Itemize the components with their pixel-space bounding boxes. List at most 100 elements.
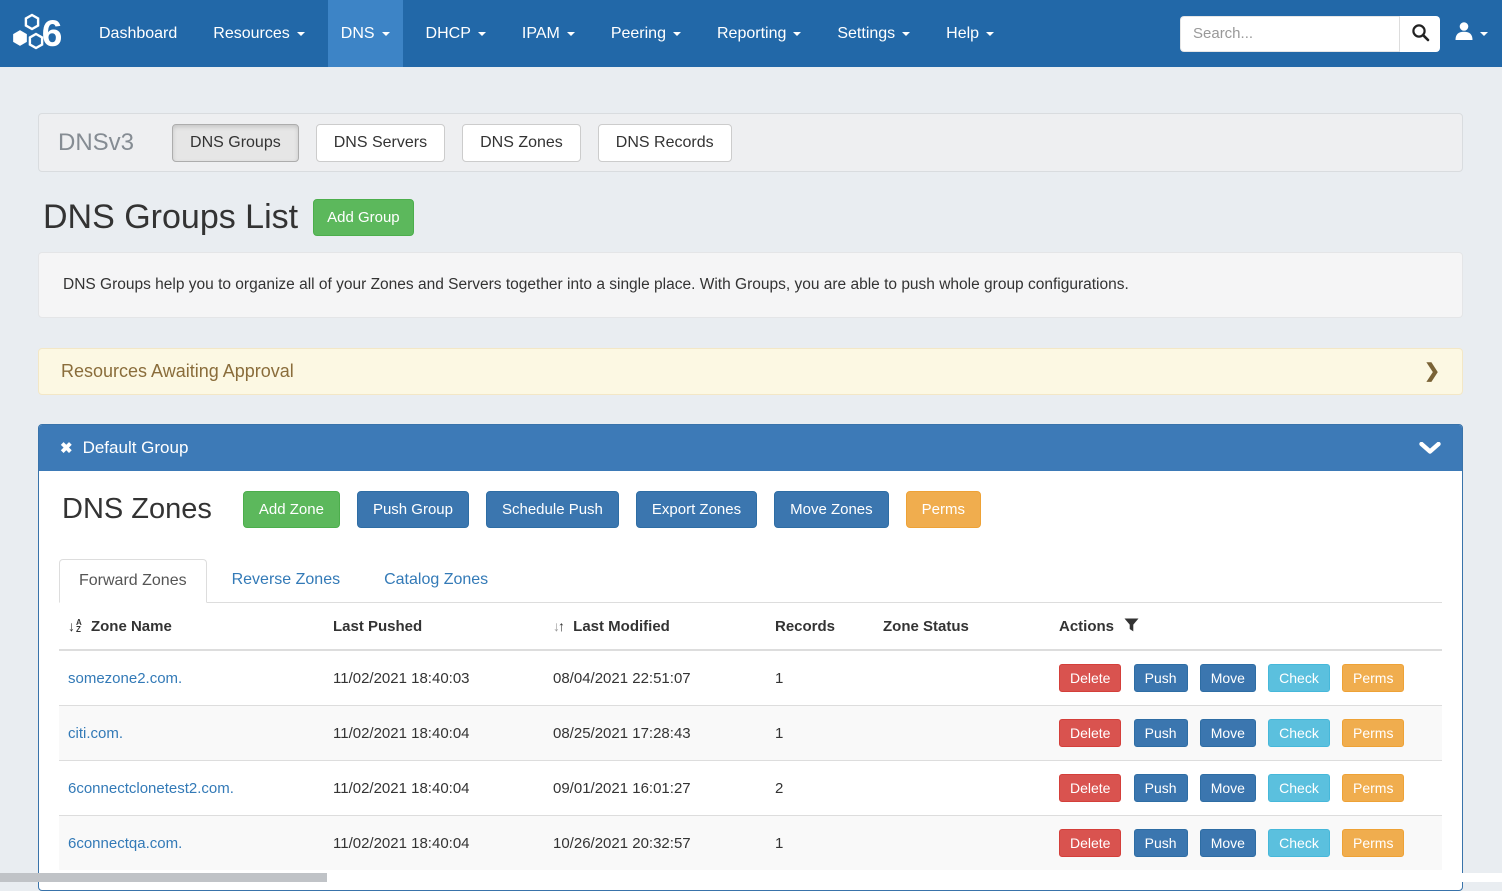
zone-name-link[interactable]: 6connectqa.com. <box>68 835 182 852</box>
zones-table: ↓ A Z Zone Name Last Pushed <box>59 603 1442 870</box>
check-button[interactable]: Check <box>1268 774 1330 802</box>
table-row: citi.com. 11/02/2021 18:40:04 08/25/2021… <box>59 706 1442 761</box>
caret-down-icon <box>382 32 390 36</box>
group-panel-header[interactable]: ✖ Default Group <box>39 425 1462 471</box>
zone-status-cell <box>874 706 1050 761</box>
perms-button[interactable]: Perms <box>1342 664 1404 692</box>
zone-name-link[interactable]: somezone2.com. <box>68 670 182 687</box>
nav-item-help[interactable]: Help <box>933 0 1007 67</box>
nav-item-reporting[interactable]: Reporting <box>704 0 814 67</box>
resources-awaiting-approval-bar[interactable]: Resources Awaiting Approval ❯ <box>38 348 1463 395</box>
collapse-chevron-down-icon[interactable] <box>1419 442 1441 455</box>
zone-name-link[interactable]: citi.com. <box>68 725 123 742</box>
zone-name-link[interactable]: 6connectclonetest2.com. <box>68 780 234 797</box>
move-button[interactable]: Move <box>1200 719 1256 747</box>
delete-button[interactable]: Delete <box>1059 774 1121 802</box>
caret-down-icon <box>297 32 305 36</box>
nav-item-ipam[interactable]: IPAM <box>509 0 588 67</box>
filter-funnel-icon[interactable] <box>1124 618 1139 632</box>
search-group <box>1180 16 1440 52</box>
delete-button[interactable]: Delete <box>1059 664 1121 692</box>
chevron-right-icon: ❯ <box>1424 360 1440 383</box>
app-logo[interactable]: 6 <box>0 0 74 67</box>
top-navbar: 6 Dashboard Resources DNS DHCP IPAM Peer… <box>0 0 1502 67</box>
perms-button[interactable]: Perms <box>906 491 981 528</box>
perms-button[interactable]: Perms <box>1342 774 1404 802</box>
sort-icon[interactable]: ↓ ↑ <box>553 618 565 634</box>
close-icon[interactable]: ✖ <box>60 439 73 457</box>
zones-section-title: DNS Zones <box>62 493 212 526</box>
table-row: 6connectclonetest2.com. 11/02/2021 18:40… <box>59 761 1442 816</box>
zone-status-cell <box>874 650 1050 706</box>
check-button[interactable]: Check <box>1268 719 1330 747</box>
col-last-pushed: Last Pushed <box>324 603 544 650</box>
nav-item-dns[interactable]: DNS <box>328 0 403 67</box>
nav-item-resources[interactable]: Resources <box>200 0 317 67</box>
dnsv3-label: DNSv3 <box>58 129 134 157</box>
table-row: 6connectqa.com. 11/02/2021 18:40:04 10/2… <box>59 816 1442 871</box>
nav-item-peering[interactable]: Peering <box>598 0 694 67</box>
caret-down-icon <box>1480 32 1488 36</box>
subnav-dns-groups-button[interactable]: DNS Groups <box>172 124 299 162</box>
group-title: Default Group <box>83 438 189 458</box>
user-menu[interactable] <box>1453 20 1488 47</box>
scrollbar-thumb[interactable] <box>0 873 327 882</box>
zones-tabs: Forward Zones Reverse Zones Catalog Zone… <box>59 559 1442 603</box>
check-button[interactable]: Check <box>1268 664 1330 692</box>
search-input[interactable] <box>1180 16 1400 52</box>
move-button[interactable]: Move <box>1200 774 1256 802</box>
subnav-dns-servers-button[interactable]: DNS Servers <box>316 124 445 162</box>
last-modified-cell: 09/01/2021 16:01:27 <box>544 761 766 816</box>
push-button[interactable]: Push <box>1134 719 1188 747</box>
move-zones-button[interactable]: Move Zones <box>774 491 889 528</box>
last-pushed-cell: 11/02/2021 18:40:04 <box>324 816 544 871</box>
last-pushed-cell: 11/02/2021 18:40:04 <box>324 761 544 816</box>
perms-button[interactable]: Perms <box>1342 719 1404 747</box>
sort-alpha-asc-icon[interactable]: ↓ A Z <box>68 618 82 634</box>
push-button[interactable]: Push <box>1134 774 1188 802</box>
logo-six-text: 6 <box>42 13 63 55</box>
logo-hexagons-icon <box>12 12 46 55</box>
caret-down-icon <box>478 32 486 36</box>
add-zone-button[interactable]: Add Zone <box>243 491 340 528</box>
dns-subnav: DNSv3 DNS Groups DNS Servers DNS Zones D… <box>38 113 1463 172</box>
zone-status-cell <box>874 816 1050 871</box>
export-zones-button[interactable]: Export Zones <box>636 491 757 528</box>
col-last-modified: ↓ ↑ Last Modified <box>544 603 766 650</box>
page-title: DNS Groups List <box>43 198 298 237</box>
delete-button[interactable]: Delete <box>1059 829 1121 857</box>
page-heading: DNS Groups List Add Group <box>43 198 1463 237</box>
push-group-button[interactable]: Push Group <box>357 491 469 528</box>
subnav-dns-zones-button[interactable]: DNS Zones <box>462 124 581 162</box>
search-button[interactable] <box>1400 16 1440 52</box>
add-group-button[interactable]: Add Group <box>313 199 414 236</box>
delete-button[interactable]: Delete <box>1059 719 1121 747</box>
tab-reverse-zones[interactable]: Reverse Zones <box>213 559 360 603</box>
tab-forward-zones[interactable]: Forward Zones <box>59 559 207 603</box>
last-modified-cell: 10/26/2021 20:32:57 <box>544 816 766 871</box>
description-text: DNS Groups help you to organize all of y… <box>63 276 1129 293</box>
horizontal-scrollbar[interactable] <box>0 873 1502 882</box>
push-button[interactable]: Push <box>1134 664 1188 692</box>
zones-table-header-row: ↓ A Z Zone Name Last Pushed <box>59 603 1442 650</box>
row-actions: Delete Push Move Check Perms <box>1050 761 1442 816</box>
search-icon <box>1411 23 1430 45</box>
main-menu: Dashboard Resources DNS DHCP IPAM Peerin… <box>86 0 1017 67</box>
nav-item-dhcp[interactable]: DHCP <box>413 0 499 67</box>
row-actions: Delete Push Move Check Perms <box>1050 650 1442 706</box>
tab-catalog-zones[interactable]: Catalog Zones <box>365 559 507 603</box>
check-button[interactable]: Check <box>1268 829 1330 857</box>
nav-item-settings[interactable]: Settings <box>824 0 923 67</box>
nav-item-dashboard[interactable]: Dashboard <box>86 0 190 67</box>
perms-button[interactable]: Perms <box>1342 829 1404 857</box>
last-modified-cell: 08/04/2021 22:51:07 <box>544 650 766 706</box>
push-button[interactable]: Push <box>1134 829 1188 857</box>
caret-down-icon <box>986 32 994 36</box>
move-button[interactable]: Move <box>1200 664 1256 692</box>
records-cell: 2 <box>766 761 874 816</box>
subnav-dns-records-button[interactable]: DNS Records <box>598 124 732 162</box>
default-group-panel: ✖ Default Group DNS Zones Add Zone Push … <box>38 424 1463 891</box>
move-button[interactable]: Move <box>1200 829 1256 857</box>
table-row: somezone2.com. 11/02/2021 18:40:03 08/04… <box>59 650 1442 706</box>
schedule-push-button[interactable]: Schedule Push <box>486 491 619 528</box>
